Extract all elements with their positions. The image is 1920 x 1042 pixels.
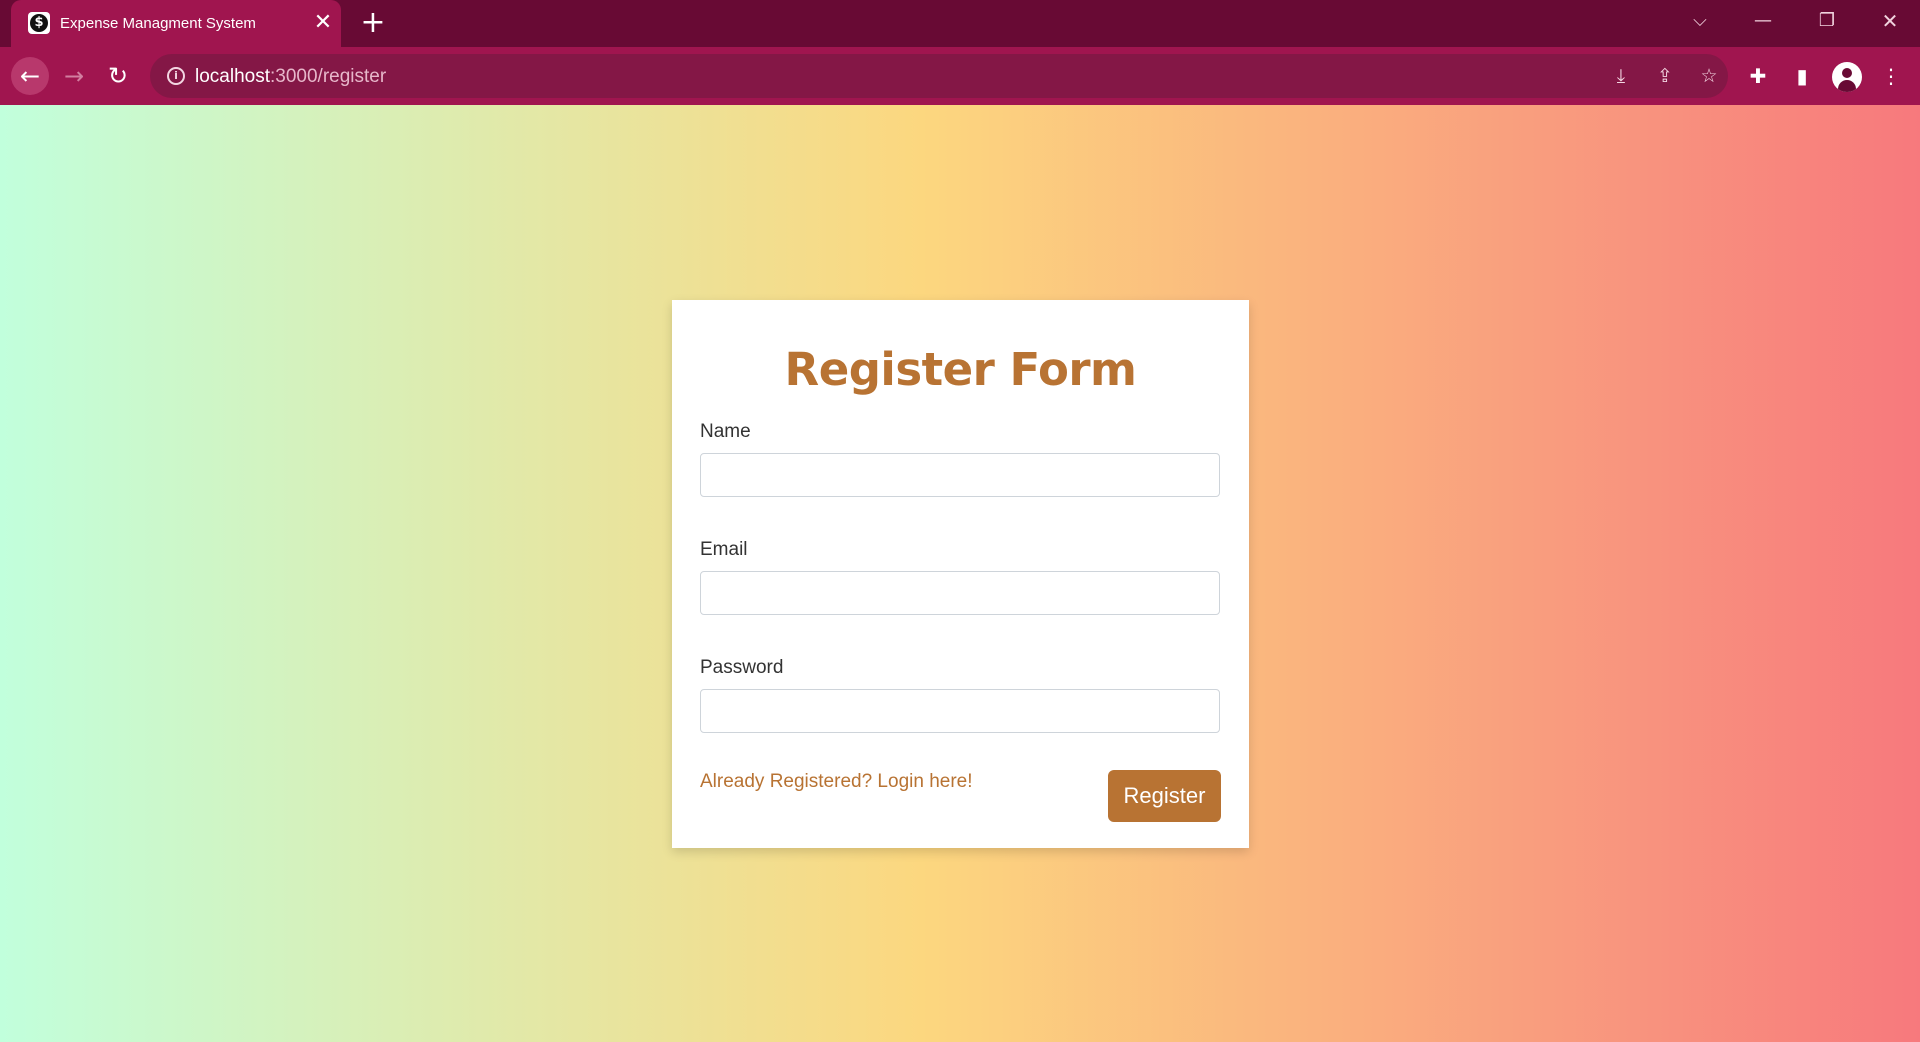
url-path: :3000/register [270,66,387,87]
side-panel-icon[interactable]: ▮ [1787,61,1817,91]
register-button[interactable]: Register [1108,770,1221,822]
register-card: Register Form Name Email Password Alread… [672,300,1249,848]
avatar-head [1842,68,1852,78]
name-input[interactable] [700,453,1220,497]
email-input[interactable] [700,571,1220,615]
arrow-left-icon[interactable]: ← [11,57,49,95]
avatar-icon[interactable] [1832,62,1862,92]
minimize-icon[interactable]: — [1733,0,1793,42]
name-label: Name [700,421,751,442]
arrow-right-icon[interactable]: → [55,57,93,95]
install-icon[interactable]: ⤓ [1608,63,1634,89]
page-title: Register Form [784,343,1137,396]
browser-tab[interactable]: $ Expense Managment System ✕ [11,0,341,47]
address-bar[interactable]: i localhost:3000/register ⤓ ⇪ ☆ [150,54,1728,98]
email-label: Email [700,539,748,560]
url-host: localhost [195,66,270,87]
kebab-menu-icon[interactable]: ⋮ [1876,61,1906,91]
page-viewport: Register Form Name Email Password Alread… [0,105,1920,1042]
restore-icon[interactable]: ❐ [1797,0,1857,42]
chevron-down-icon[interactable]: ⌵ [1670,0,1730,42]
dollar-favicon-icon: $ [28,12,50,34]
favicon-glyph: $ [30,14,48,32]
reload-icon[interactable]: ↻ [99,57,137,95]
url-text[interactable]: localhost:3000/register [195,66,386,88]
avatar-body [1838,80,1856,92]
share-icon[interactable]: ⇪ [1652,63,1678,89]
password-input[interactable] [700,689,1220,733]
tab-strip: $ Expense Managment System ✕ + ⌵ — ❐ ✕ [0,0,1920,47]
tab-title: Expense Managment System [60,15,256,32]
info-icon[interactable]: i [167,67,185,85]
close-window-icon[interactable]: ✕ [1860,0,1920,42]
plus-icon[interactable]: + [357,7,389,39]
puzzle-icon[interactable]: ✚ [1743,61,1773,91]
browser-toolbar: ← → ↻ i localhost:3000/register ⤓ ⇪ ☆ ✚ … [0,47,1920,105]
close-icon[interactable]: ✕ [311,9,335,37]
login-link[interactable]: Already Registered? Login here! [700,771,973,793]
password-label: Password [700,657,784,678]
star-icon[interactable]: ☆ [1696,63,1722,89]
